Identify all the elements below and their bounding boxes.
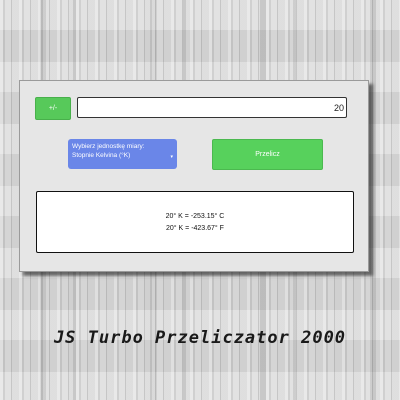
- convert-button[interactable]: Przelicz: [212, 139, 323, 170]
- sign-toggle-button[interactable]: +/-: [35, 97, 71, 120]
- unit-select[interactable]: Wybierz jednostkę miary: Stopnie Kelvina…: [68, 139, 177, 169]
- converter-panel: +/- Wybierz jednostkę miary: Stopnie Kel…: [19, 80, 369, 272]
- chevron-down-icon: ▾: [170, 154, 173, 160]
- unit-select-value: Stopnie Kelvina (°K): [72, 152, 131, 159]
- result-line-celsius: 20° K = -253.15° C: [165, 213, 225, 220]
- result-box: 20° K = -253.15° C 20° K = -423.67° F: [36, 191, 354, 253]
- app-title: JS Turbo Przeliczator 2000: [53, 328, 347, 348]
- result-line-fahrenheit: 20° K = -423.67° F: [166, 225, 224, 232]
- value-input[interactable]: [77, 97, 347, 118]
- unit-select-label: Wybierz jednostkę miary:: [72, 143, 145, 150]
